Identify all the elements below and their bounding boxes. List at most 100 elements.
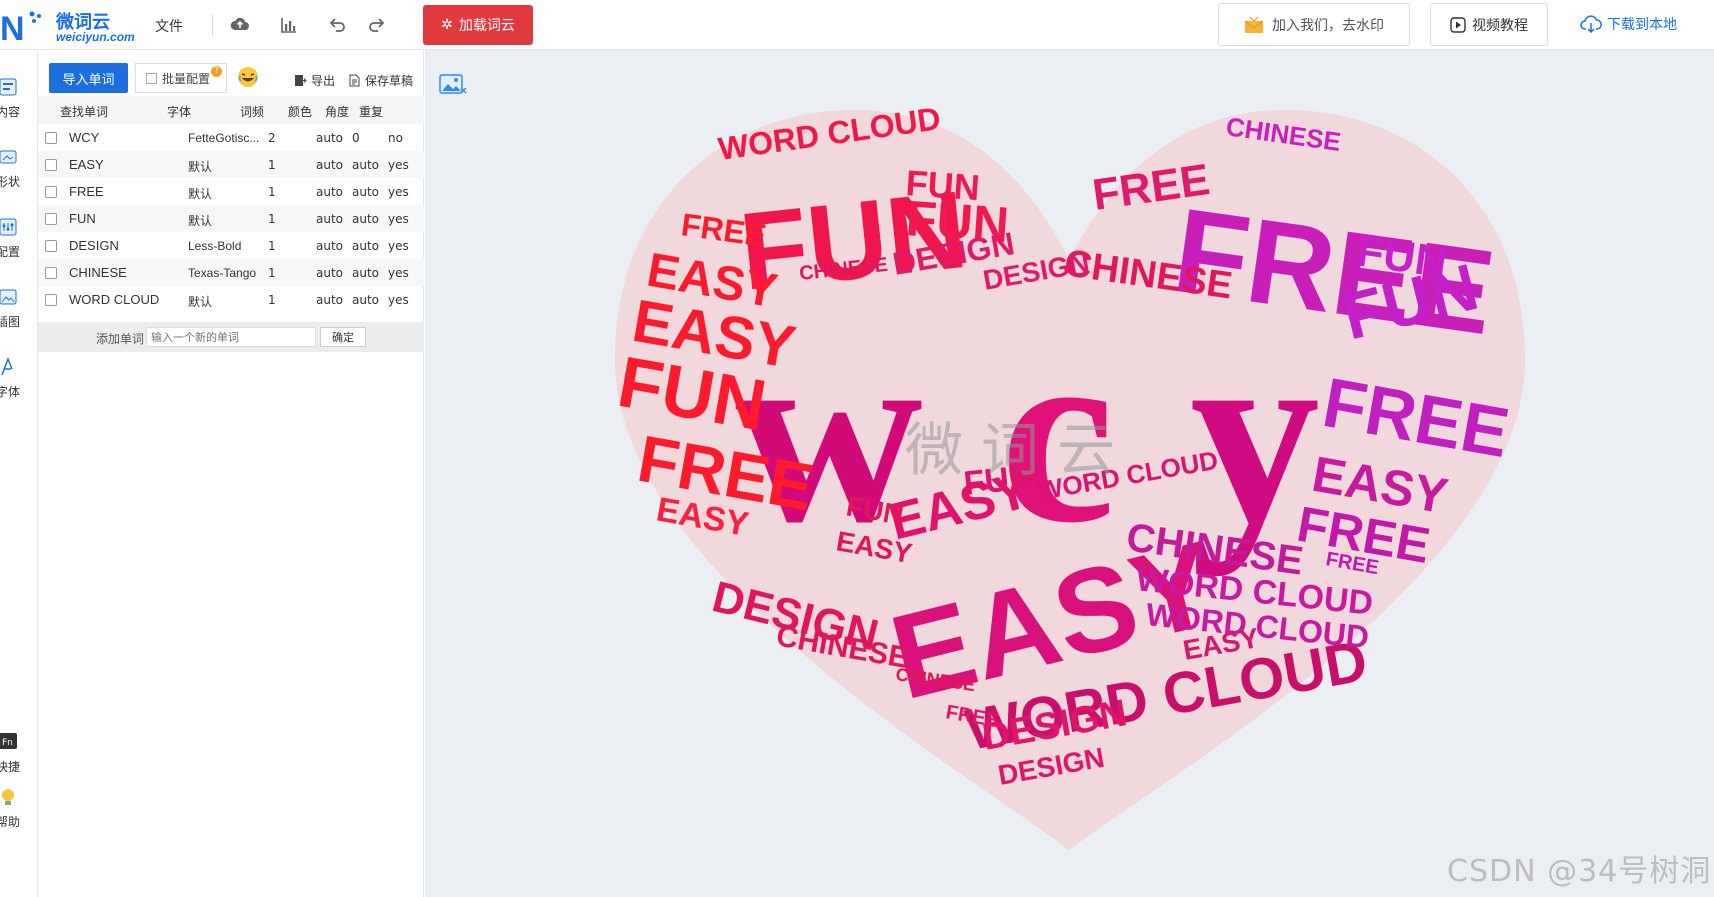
help-badge-icon[interactable]: ?: [211, 66, 222, 77]
word-cell[interactable]: EASY: [69, 157, 104, 172]
rail-item-help[interactable]: 帮助: [0, 785, 38, 845]
repeat-cell[interactable]: yes: [388, 293, 409, 307]
angle-cell[interactable]: auto: [352, 239, 379, 253]
color-cell[interactable]: auto: [316, 158, 343, 172]
rail-item-shape[interactable]: 形状: [0, 145, 38, 205]
col-search-word[interactable]: 查找单词: [60, 103, 108, 120]
shortcut-icon: Fn: [0, 733, 17, 749]
font-cell[interactable]: Less-Bold: [188, 239, 264, 253]
repeat-cell[interactable]: no: [388, 131, 403, 145]
download-label: 下载到本地: [1607, 17, 1677, 33]
word-cell[interactable]: WCY: [69, 130, 99, 145]
add-word-input[interactable]: [146, 327, 316, 347]
import-words-button[interactable]: 导入单词: [49, 63, 128, 93]
magic-wand-icon: ✲: [441, 17, 453, 33]
table-row[interactable]: FUN 默认 1 auto auto yes: [38, 205, 424, 232]
undo-icon[interactable]: [325, 13, 349, 37]
rail-label: 内容: [0, 105, 21, 119]
confirm-add-button[interactable]: 确定: [320, 327, 366, 347]
color-cell[interactable]: auto: [316, 212, 343, 226]
table-row[interactable]: WORD CLOUD 默认 1 auto auto yes: [38, 286, 424, 313]
footer-watermark: CSDN @34号树洞: [1447, 854, 1712, 889]
repeat-cell[interactable]: yes: [388, 239, 409, 253]
frequency-cell[interactable]: 1: [268, 293, 276, 307]
font-icon: [1, 356, 13, 376]
rail-item-content[interactable]: 内容: [0, 75, 38, 135]
angle-cell[interactable]: auto: [352, 185, 379, 199]
video-tutorial-label: 视频教程: [1472, 17, 1528, 34]
file-menu[interactable]: 文件: [155, 16, 183, 36]
rail-item-shortcut[interactable]: Fn 快捷: [0, 730, 38, 790]
frequency-cell[interactable]: 1: [268, 212, 276, 226]
emoji-icon[interactable]: [236, 65, 260, 89]
repeat-cell[interactable]: yes: [388, 185, 409, 199]
batch-config-label: 批量配置: [162, 71, 211, 86]
word-cell[interactable]: FREE: [69, 184, 104, 199]
angle-cell[interactable]: auto: [352, 293, 379, 307]
rail-item-config[interactable]: 配置: [0, 215, 38, 275]
word-table-header: 查找单词 字体 词频 颜色 角度 重复: [38, 96, 424, 124]
row-checkbox[interactable]: [45, 213, 57, 225]
word-cell[interactable]: FUN: [69, 211, 96, 226]
load-cloud-button[interactable]: ✲ 加载词云: [423, 5, 533, 45]
color-cell[interactable]: auto: [316, 266, 343, 280]
angle-cell[interactable]: auto: [352, 266, 379, 280]
row-checkbox[interactable]: [45, 294, 57, 306]
save-draft-label: 保存草稿: [365, 74, 414, 88]
font-cell[interactable]: 默认: [188, 158, 264, 175]
row-checkbox[interactable]: [45, 159, 57, 171]
color-cell[interactable]: auto: [316, 239, 343, 253]
brand-logo[interactable]: N 微词云 weiciyun.com: [0, 4, 140, 49]
font-cell[interactable]: 默认: [188, 293, 264, 310]
logo-mark-icon: N: [0, 10, 41, 49]
frequency-cell[interactable]: 1: [268, 239, 276, 253]
row-checkbox[interactable]: [45, 186, 57, 198]
batch-config-checkbox[interactable]: [146, 72, 157, 84]
table-row[interactable]: DESIGN Less-Bold 1 auto auto yes: [38, 232, 424, 259]
frequency-cell[interactable]: 1: [268, 158, 276, 172]
repeat-cell[interactable]: yes: [388, 212, 409, 226]
repeat-cell[interactable]: yes: [388, 158, 409, 172]
download-button[interactable]: 下载到本地: [1580, 14, 1677, 34]
save-draft-button[interactable]: 保存草稿: [348, 72, 413, 89]
angle-cell[interactable]: auto: [352, 212, 379, 226]
redo-icon[interactable]: [365, 13, 389, 37]
row-checkbox[interactable]: [45, 132, 57, 144]
font-cell[interactable]: Texas-Tango: [188, 266, 264, 280]
table-row[interactable]: CHINESE Texas-Tango 1 auto auto yes: [38, 259, 424, 286]
bar-chart-icon[interactable]: [277, 13, 301, 37]
word-cell[interactable]: CHINESE: [69, 265, 127, 280]
font-cell[interactable]: FetteGotisc...: [188, 131, 264, 145]
frequency-cell[interactable]: 2: [268, 131, 276, 145]
col-color: 颜色: [288, 105, 313, 119]
rail-item-image[interactable]: 插图: [0, 285, 38, 345]
repeat-cell[interactable]: yes: [388, 266, 409, 280]
angle-cell[interactable]: auto: [352, 158, 379, 172]
font-cell[interactable]: 默认: [188, 212, 264, 229]
row-checkbox[interactable]: [45, 267, 57, 279]
row-checkbox[interactable]: [45, 240, 57, 252]
color-cell[interactable]: auto: [316, 293, 343, 307]
rail-item-font[interactable]: 字体: [0, 355, 38, 415]
help-bulb-icon: [2, 789, 14, 805]
col-angle: 角度: [325, 105, 350, 119]
table-row[interactable]: EASY 默认 1 auto auto yes: [38, 151, 424, 178]
word-cell[interactable]: WORD CLOUD: [69, 292, 159, 307]
rail-label: 配置: [0, 245, 21, 259]
join-us-button[interactable]: 加入我们，去水印: [1218, 3, 1410, 46]
play-icon: [1450, 16, 1466, 33]
left-nav-rail: 内容 形状 配置 插图 字体 Fn 快捷 帮助: [0, 50, 38, 897]
table-row[interactable]: FREE 默认 1 auto auto yes: [38, 178, 424, 205]
table-row[interactable]: WCY FetteGotisc... 2 auto 0 no: [38, 124, 424, 151]
frequency-cell[interactable]: 1: [268, 185, 276, 199]
frequency-cell[interactable]: 1: [268, 266, 276, 280]
angle-cell[interactable]: 0: [352, 131, 360, 145]
export-button[interactable]: 导出: [294, 72, 335, 89]
batch-config-toggle[interactable]: 批量配置 ?: [135, 63, 227, 93]
cloud-upload-icon[interactable]: [228, 13, 252, 37]
word-cell[interactable]: DESIGN: [69, 238, 119, 253]
color-cell[interactable]: auto: [316, 131, 343, 145]
font-cell[interactable]: 默认: [188, 185, 264, 202]
video-tutorial-button[interactable]: 视频教程: [1430, 3, 1548, 46]
color-cell[interactable]: auto: [316, 185, 343, 199]
